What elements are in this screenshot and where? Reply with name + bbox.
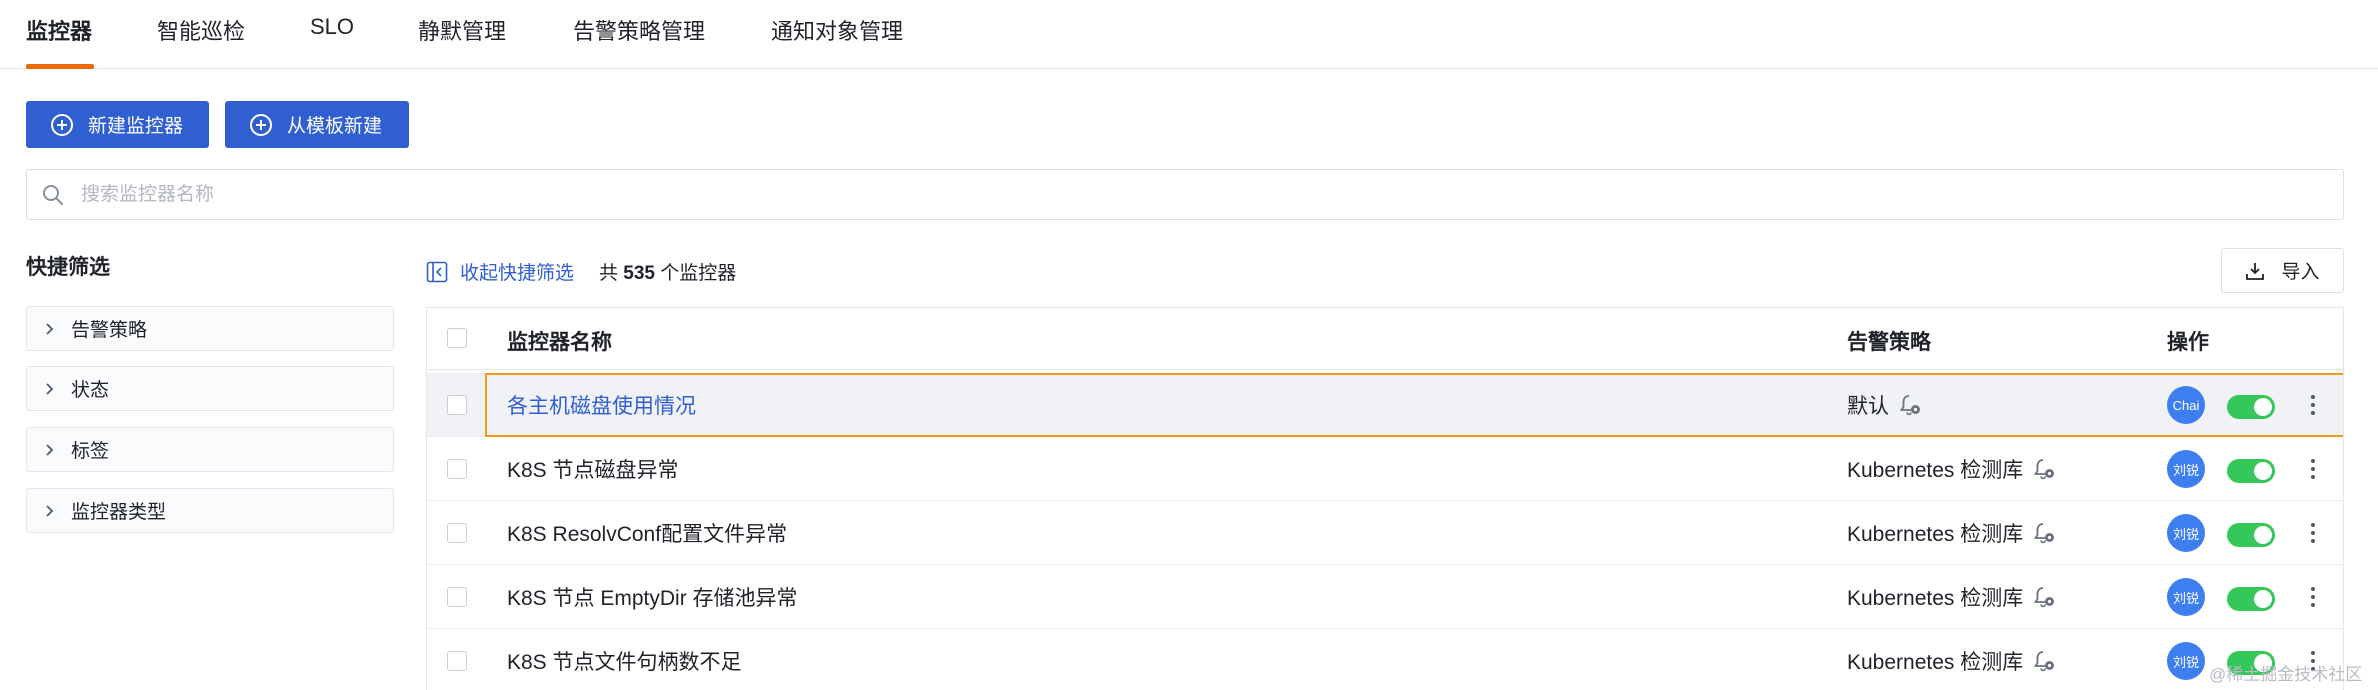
- row-checkbox[interactable]: [447, 651, 467, 671]
- count-prefix: 共: [599, 263, 619, 284]
- enable-toggle[interactable]: [2227, 523, 2275, 547]
- avatar: Chai: [2167, 386, 2205, 424]
- row-checkbox[interactable]: [447, 459, 467, 479]
- download-icon: [2246, 262, 2265, 280]
- enable-toggle[interactable]: [2227, 395, 2275, 419]
- monitor-name-link[interactable]: K8S 节点 EmptyDir 存储池异常: [507, 582, 798, 612]
- column-header-actions: 操作: [2167, 331, 2209, 354]
- bell-gear-icon[interactable]: [2033, 457, 2057, 481]
- table-row[interactable]: K8S 节点磁盘异常 Kubernetes 检测库 刘锐: [427, 437, 2343, 501]
- chevron-right-icon: [46, 322, 54, 335]
- more-vertical-icon[interactable]: [2303, 391, 2323, 419]
- alert-policy: Kubernetes 检测库: [1847, 454, 2057, 484]
- selected-row-outline: [485, 373, 2343, 437]
- table-row[interactable]: K8S 节点 EmptyDir 存储池异常 Kubernetes 检测库 刘锐: [427, 565, 2343, 629]
- chevron-right-icon: [46, 443, 54, 456]
- alert-policy-label: Kubernetes 检测库: [1847, 587, 2024, 610]
- table-header: 监控器名称 告警策略 操作: [427, 308, 2343, 370]
- bell-gear-icon[interactable]: [2033, 585, 2057, 609]
- search-icon: [43, 184, 63, 205]
- avatar: 刘锐: [2167, 514, 2205, 552]
- more-vertical-icon[interactable]: [2303, 583, 2323, 611]
- new-from-template-label: 从模板新建: [287, 116, 383, 137]
- tab-slo[interactable]: SLO: [310, 14, 354, 40]
- bell-gear-icon[interactable]: [2033, 649, 2057, 673]
- top-tab-bar: 监控器 智能巡检 SLO 静默管理 告警策略管理 通知对象管理: [0, 0, 2378, 69]
- search-box[interactable]: [26, 169, 2344, 220]
- alert-policy: Kubernetes 检测库: [1847, 582, 2057, 612]
- import-label: 导入: [2281, 262, 2320, 283]
- enable-toggle[interactable]: [2227, 459, 2275, 483]
- monitor-name-link[interactable]: 各主机磁盘使用情况: [507, 390, 696, 420]
- avatar: 刘锐: [2167, 578, 2205, 616]
- alert-policy-label: Kubernetes 检测库: [1847, 651, 2024, 674]
- tab-monitors[interactable]: 监控器: [26, 14, 92, 46]
- column-header-name: 监控器名称: [507, 331, 612, 354]
- new-monitor-label: 新建监控器: [88, 116, 184, 137]
- monitor-name-link[interactable]: K8S ResolvConf配置文件异常: [507, 518, 787, 548]
- active-tab-indicator: [26, 64, 94, 69]
- chevron-right-icon: [46, 504, 54, 517]
- alert-policy: Kubernetes 检测库: [1847, 646, 2057, 676]
- tab-smart-inspection[interactable]: 智能巡检: [157, 14, 245, 46]
- filter-label: 监控器类型: [71, 502, 167, 523]
- more-vertical-icon[interactable]: [2303, 455, 2323, 483]
- plus-circle-icon: [51, 113, 73, 136]
- monitor-table: 监控器名称 告警策略 操作 各主机磁盘使用情况 默认 Chai K8S 节点磁盘…: [426, 307, 2344, 690]
- new-from-template-button[interactable]: 从模板新建: [225, 101, 409, 148]
- filter-monitor-type[interactable]: 监控器类型: [26, 488, 394, 533]
- filter-alert-policy[interactable]: 告警策略: [26, 306, 394, 351]
- alert-policy-label: 默认: [1847, 395, 1889, 418]
- alert-policy-label: Kubernetes 检测库: [1847, 459, 2024, 482]
- filter-label: 告警策略: [71, 320, 148, 341]
- count-value: 535: [623, 263, 655, 284]
- enable-toggle[interactable]: [2227, 587, 2275, 611]
- avatar: 刘锐: [2167, 450, 2205, 488]
- tab-alert-policy-management[interactable]: 告警策略管理: [573, 14, 705, 46]
- alert-policy: 默认: [1847, 390, 1923, 420]
- import-button[interactable]: 导入: [2221, 248, 2344, 293]
- chevron-right-icon: [46, 382, 54, 395]
- collapse-quick-filter-label: 收起快捷筛选: [460, 263, 575, 284]
- more-vertical-icon[interactable]: [2303, 519, 2323, 547]
- monitor-count: 共 535 个监控器: [599, 258, 736, 285]
- plus-circle-icon: [250, 113, 272, 136]
- quick-filter-title: 快捷筛选: [26, 256, 110, 279]
- alert-policy: Kubernetes 检测库: [1847, 518, 2057, 548]
- alert-policy-label: Kubernetes 检测库: [1847, 523, 2024, 546]
- tab-silence-management[interactable]: 静默管理: [418, 14, 506, 46]
- search-input[interactable]: [81, 183, 2281, 206]
- count-suffix: 个监控器: [660, 263, 737, 284]
- bell-gear-icon[interactable]: [2033, 521, 2057, 545]
- row-checkbox[interactable]: [447, 395, 467, 415]
- collapse-quick-filter-button[interactable]: 收起快捷筛选: [426, 258, 574, 285]
- row-checkbox[interactable]: [447, 523, 467, 543]
- watermark: @稀土掘金技术社区: [2209, 665, 2363, 684]
- filter-label: 状态: [71, 380, 110, 401]
- monitor-name-link[interactable]: K8S 节点磁盘异常: [507, 454, 679, 484]
- filter-label: 标签: [71, 441, 110, 462]
- new-monitor-button[interactable]: 新建监控器: [26, 101, 209, 148]
- row-checkbox[interactable]: [447, 587, 467, 607]
- column-header-policy: 告警策略: [1847, 331, 1931, 354]
- bell-gear-icon[interactable]: [1899, 393, 1923, 417]
- filter-status[interactable]: 状态: [26, 366, 394, 411]
- table-row[interactable]: 各主机磁盘使用情况 默认 Chai: [427, 373, 2343, 437]
- select-all-checkbox[interactable]: [447, 328, 467, 348]
- avatar: 刘锐: [2167, 642, 2205, 680]
- monitor-name-link[interactable]: K8S 节点文件句柄数不足: [507, 646, 742, 676]
- tab-notification-target-management[interactable]: 通知对象管理: [771, 14, 903, 46]
- filter-tags[interactable]: 标签: [26, 427, 394, 472]
- table-row[interactable]: K8S 节点文件句柄数不足 Kubernetes 检测库 刘锐: [427, 629, 2343, 690]
- table-row[interactable]: K8S ResolvConf配置文件异常 Kubernetes 检测库 刘锐: [427, 501, 2343, 565]
- collapse-panel-icon: [426, 261, 448, 282]
